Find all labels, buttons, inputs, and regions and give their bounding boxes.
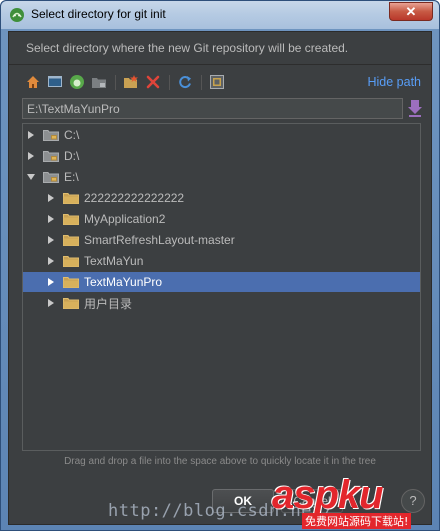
collapsed-arrow-icon[interactable]	[47, 194, 55, 202]
tree-row[interactable]: 用户目录	[23, 293, 420, 313]
toolbar-separator	[169, 75, 170, 90]
refresh-icon[interactable]	[175, 72, 195, 92]
hide-path-link[interactable]: Hide path	[367, 75, 421, 89]
delete-icon[interactable]	[143, 72, 163, 92]
collapsed-arrow-icon[interactable]	[27, 131, 35, 139]
tree-row-label: C:\	[64, 128, 80, 142]
drive-icon	[43, 130, 59, 141]
tree-row-label: 222222222222222	[84, 191, 185, 205]
collapsed-arrow-icon[interactable]	[47, 299, 55, 307]
project-icon[interactable]	[67, 72, 87, 92]
title-bar[interactable]: Select directory for git init ✕	[1, 1, 439, 29]
dialog-window: Select directory for git init ✕ Select d…	[0, 0, 440, 531]
folder-icon	[63, 298, 79, 309]
tree-row[interactable]: MyApplication2	[23, 209, 420, 229]
path-history-icon[interactable]	[407, 99, 423, 117]
tree-row-label: TextMaYunPro	[84, 275, 163, 289]
tree-row[interactable]: SmartRefreshLayout-master	[23, 230, 420, 250]
home-icon[interactable]	[23, 72, 43, 92]
dialog-description: Select directory where the new Git repos…	[26, 41, 349, 55]
tree-row-label: SmartRefreshLayout-master	[84, 233, 235, 247]
toolbar-separator	[115, 75, 116, 90]
collapsed-arrow-icon[interactable]	[27, 152, 35, 160]
drive-icon	[43, 172, 59, 183]
directory-tree[interactable]: C:\ D:\ E:\ 222222222222222 MyApplication2 Sm…	[22, 123, 421, 451]
tree-row-label: 用户目录	[84, 296, 133, 311]
path-input[interactable]	[22, 98, 403, 119]
tree-row[interactable]: E:\	[23, 167, 420, 187]
show-hidden-icon[interactable]	[207, 72, 227, 92]
tree-row-label: MyApplication2	[84, 212, 166, 226]
tree-row-label: D:\	[64, 149, 80, 163]
module-icon[interactable]	[89, 72, 109, 92]
collapsed-arrow-icon[interactable]	[47, 278, 55, 286]
folder-icon	[63, 256, 79, 267]
folder-icon	[63, 277, 79, 288]
tree-row[interactable]: 222222222222222	[23, 188, 420, 208]
drive-icon	[43, 151, 59, 162]
close-button[interactable]: ✕	[389, 2, 433, 21]
file-chooser-toolbar: Hide path	[23, 72, 423, 94]
tree-row[interactable]: TextMaYun	[23, 251, 420, 271]
watermark-logo: aspku 免费网站源码下载站!	[272, 473, 432, 529]
tree-row-label: TextMaYun	[84, 254, 144, 268]
collapsed-arrow-icon[interactable]	[47, 215, 55, 223]
window-title: Select directory for git init	[31, 7, 166, 21]
new-folder-icon[interactable]	[121, 72, 141, 92]
dialog-body: Select directory where the new Git repos…	[8, 31, 432, 525]
divider	[9, 64, 431, 65]
folder-icon	[63, 214, 79, 225]
android-studio-icon	[10, 8, 24, 22]
watermark-logo-text: aspku	[272, 473, 384, 517]
folder-icon	[63, 193, 79, 204]
tree-row[interactable]: C:\	[23, 125, 420, 145]
watermark-logo-subtitle: 免费网站源码下载站!	[302, 513, 412, 529]
expanded-arrow-icon[interactable]	[27, 173, 35, 181]
collapsed-arrow-icon[interactable]	[47, 257, 55, 265]
desktop-icon[interactable]	[45, 72, 65, 92]
drag-drop-hint: Drag and drop a file into the space abov…	[64, 456, 376, 467]
toolbar-separator	[201, 75, 202, 90]
tree-row-selected[interactable]: TextMaYunPro	[23, 272, 420, 292]
tree-row[interactable]: D:\	[23, 146, 420, 166]
folder-icon	[63, 235, 79, 246]
tree-row-label: E:\	[64, 170, 79, 184]
collapsed-arrow-icon[interactable]	[47, 236, 55, 244]
